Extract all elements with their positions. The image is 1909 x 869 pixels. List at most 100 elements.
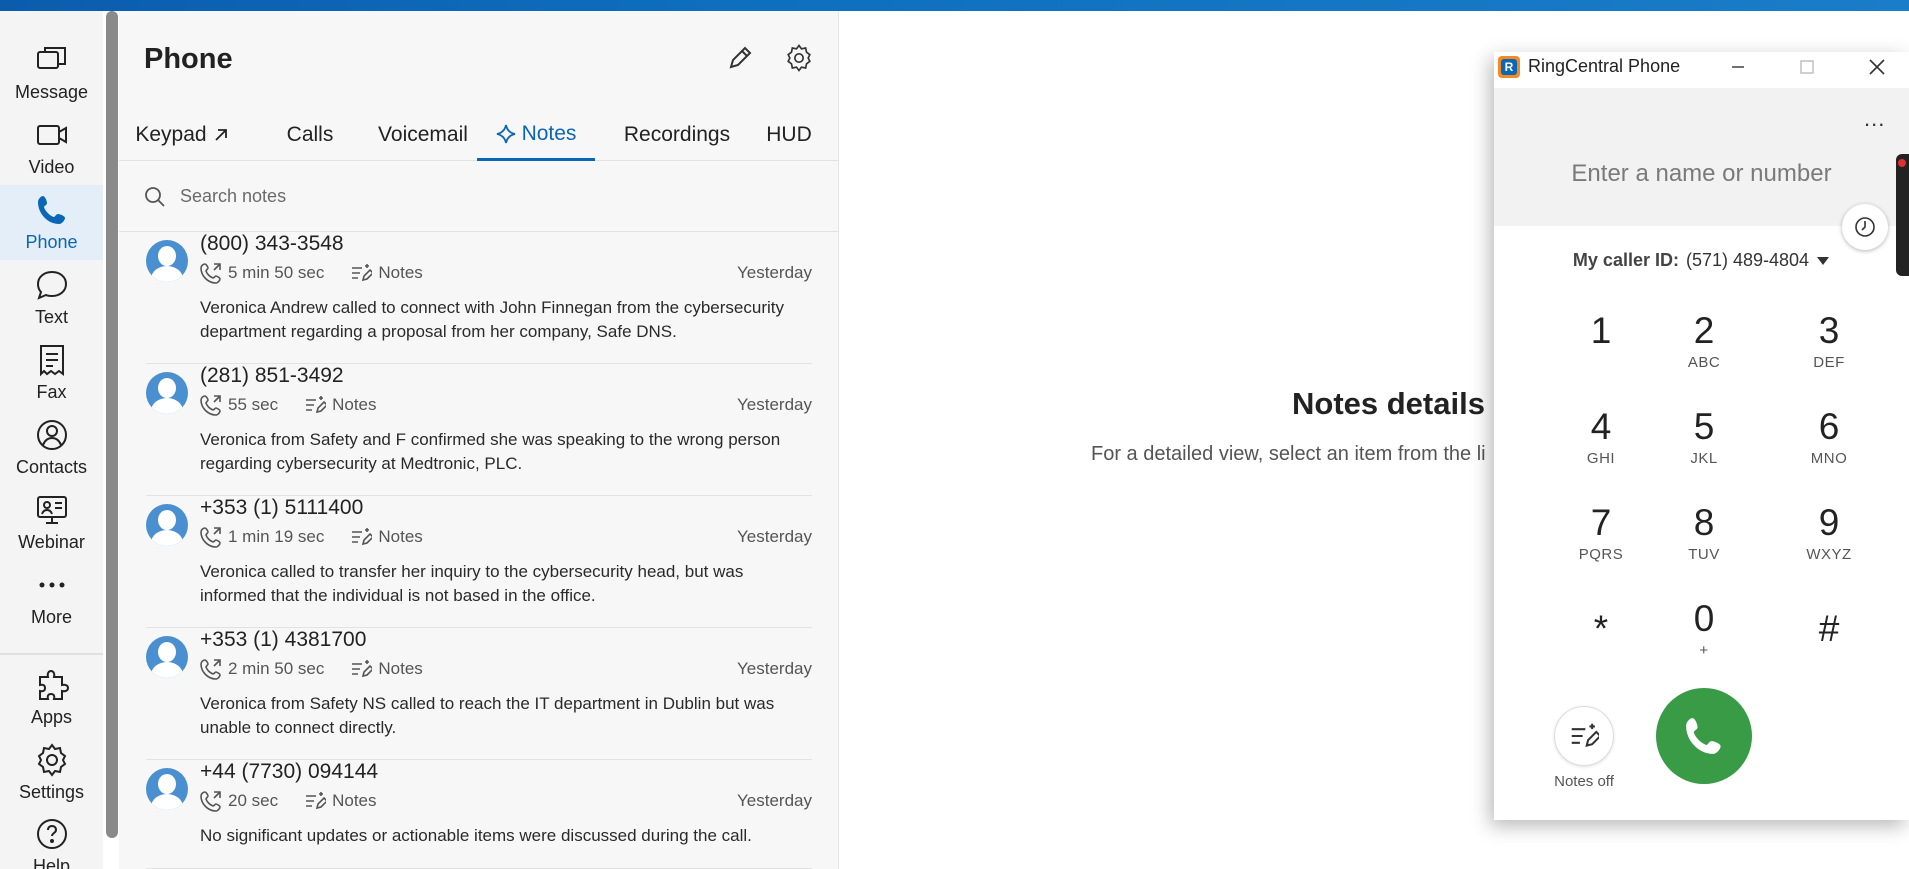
fax-icon [39,345,64,377]
nav-item-label: Text [34,307,68,327]
list-item[interactable]: +353 (1) 4381700 2 min 50 sec Notes Yest… [146,628,812,760]
tab-label: Calls [286,123,334,146]
nav-item-label: Video [28,157,75,177]
search-input[interactable] [180,186,680,207]
notes-toggle-button[interactable] [1554,706,1614,766]
nav-item-text[interactable]: Text [0,260,103,335]
tab-calls[interactable]: Calls [269,109,351,161]
note-timestamp: Yesterday [737,659,812,678]
call-duration-icon [200,791,221,812]
note-timestamp: Yesterday [737,263,812,282]
list-item[interactable]: +44 (7730) 094144 20 sec Notes Yesterday… [146,760,812,869]
tab-recordings[interactable]: Recordings [603,109,751,161]
dial-input[interactable]: Enter a name or number [1494,160,1909,188]
external-arrow-icon [214,129,227,141]
phone-icon [1686,718,1721,754]
tab-label: Notes [521,121,577,145]
more-dots-icon [39,582,64,588]
nav-item-fax[interactable]: Fax [0,335,103,410]
details-title: Notes details [1292,386,1485,421]
key-letters: ABC [1687,354,1721,371]
gear-icon [787,44,811,72]
message-icon [36,47,66,69]
key-0[interactable]: 0 + [1654,598,1754,678]
list-item[interactable]: (800) 343-3548 5 min 50 sec Notes Yester… [146,232,812,364]
caller-id-selector[interactable]: My caller ID: (571) 489-4804 [1494,250,1909,271]
nav-item-contacts[interactable]: Contacts [0,410,103,485]
note-duration: 2 min 50 sec [228,659,325,678]
video-icon [36,125,67,145]
search-bar [119,162,839,232]
caller-id-label: My caller ID: [1572,250,1679,270]
key-1[interactable]: 1 [1551,310,1651,390]
edit-button[interactable] [723,41,757,75]
note-meta: 20 sec Notes [200,790,377,812]
key-6[interactable]: 6 MNO [1779,406,1879,486]
gear-icon [37,743,66,777]
minimize-button[interactable] [1715,52,1761,82]
nav-item-label: Settings [18,782,85,802]
webinar-icon [36,496,67,524]
tab-hud[interactable]: HUD [747,109,831,161]
tab-notes[interactable]: Notes [477,109,595,161]
key-letters: JKL [1690,450,1718,467]
key-5[interactable]: 5 JKL [1654,406,1754,486]
key-2[interactable]: 2 ABC [1654,310,1754,390]
nav-item-webinar[interactable]: Webinar [0,485,103,560]
notes-icon [1571,723,1599,747]
tab-label: HUD [766,123,812,146]
close-button[interactable] [1854,52,1900,82]
nav-divider [0,653,103,655]
key-8[interactable]: 8 TUV [1654,502,1754,582]
nav-item-apps[interactable]: Apps [0,660,103,735]
notes-icon [306,396,327,414]
nav-item-settings[interactable]: Settings [0,735,103,810]
window-top-bar [0,0,1909,11]
list-item[interactable]: +353 (1) 5111400 1 min 19 sec Notes Yest… [146,496,812,628]
avatar [146,636,188,678]
key-7[interactable]: 7 PQRS [1551,502,1651,582]
notes-icon [352,528,373,546]
note-summary: Veronica Andrew called to connect with J… [200,298,784,341]
tab-label: Voicemail [378,123,468,146]
note-meta: 55 sec Notes [200,394,377,416]
tab-label: Keypad [135,123,207,146]
nav-scrollbar[interactable] [106,11,118,838]
maximize-button[interactable] [1784,52,1830,82]
nav-item-label: Webinar [18,532,85,552]
settings-button[interactable] [782,41,816,75]
note-timestamp: Yesterday [737,791,812,810]
tab-keypad[interactable]: Keypad [127,109,237,161]
nav-item-more[interactable]: More [0,560,103,635]
key-hash[interactable]: # [1779,608,1879,688]
call-duration-icon [200,395,221,416]
nav-item-phone[interactable]: Phone [0,185,103,260]
key-star[interactable]: * [1551,608,1651,688]
tab-voicemail[interactable]: Voicemail [363,109,483,161]
note-duration: 1 min 19 sec [228,527,325,546]
notes-label: Notes [378,527,423,546]
call-button[interactable] [1656,688,1752,784]
recording-indicator-icon [1898,159,1906,167]
key-digit: 4 [1590,406,1612,447]
nav-item-video[interactable]: Video [0,110,103,185]
notes-label: Notes [378,263,423,282]
call-history-button[interactable] [1842,204,1888,250]
dial-input-area: ... Enter a name or number [1494,88,1909,226]
more-options-button[interactable]: ... [1864,106,1885,132]
key-3[interactable]: 3 DEF [1779,310,1879,390]
key-digit: 1 [1590,310,1612,351]
list-item[interactable]: (281) 851-3492 55 sec Notes Yesterday Ve… [146,364,812,496]
nav-item-label: Apps [30,707,73,727]
close-icon [1869,59,1885,75]
screen-recorder-tab[interactable] [1896,154,1909,276]
key-digit: 9 [1818,502,1840,543]
note-number: +44 (7730) 094144 [200,760,379,783]
nav-item-help[interactable]: Help [0,810,103,869]
key-9[interactable]: 9 WXYZ [1779,502,1879,582]
nav-item-label: Contacts [15,457,88,477]
nav-item-message[interactable]: Message [0,35,103,110]
key-digit: 5 [1693,406,1715,447]
key-letters: PQRS [1578,546,1624,563]
key-4[interactable]: 4 GHI [1551,406,1651,486]
